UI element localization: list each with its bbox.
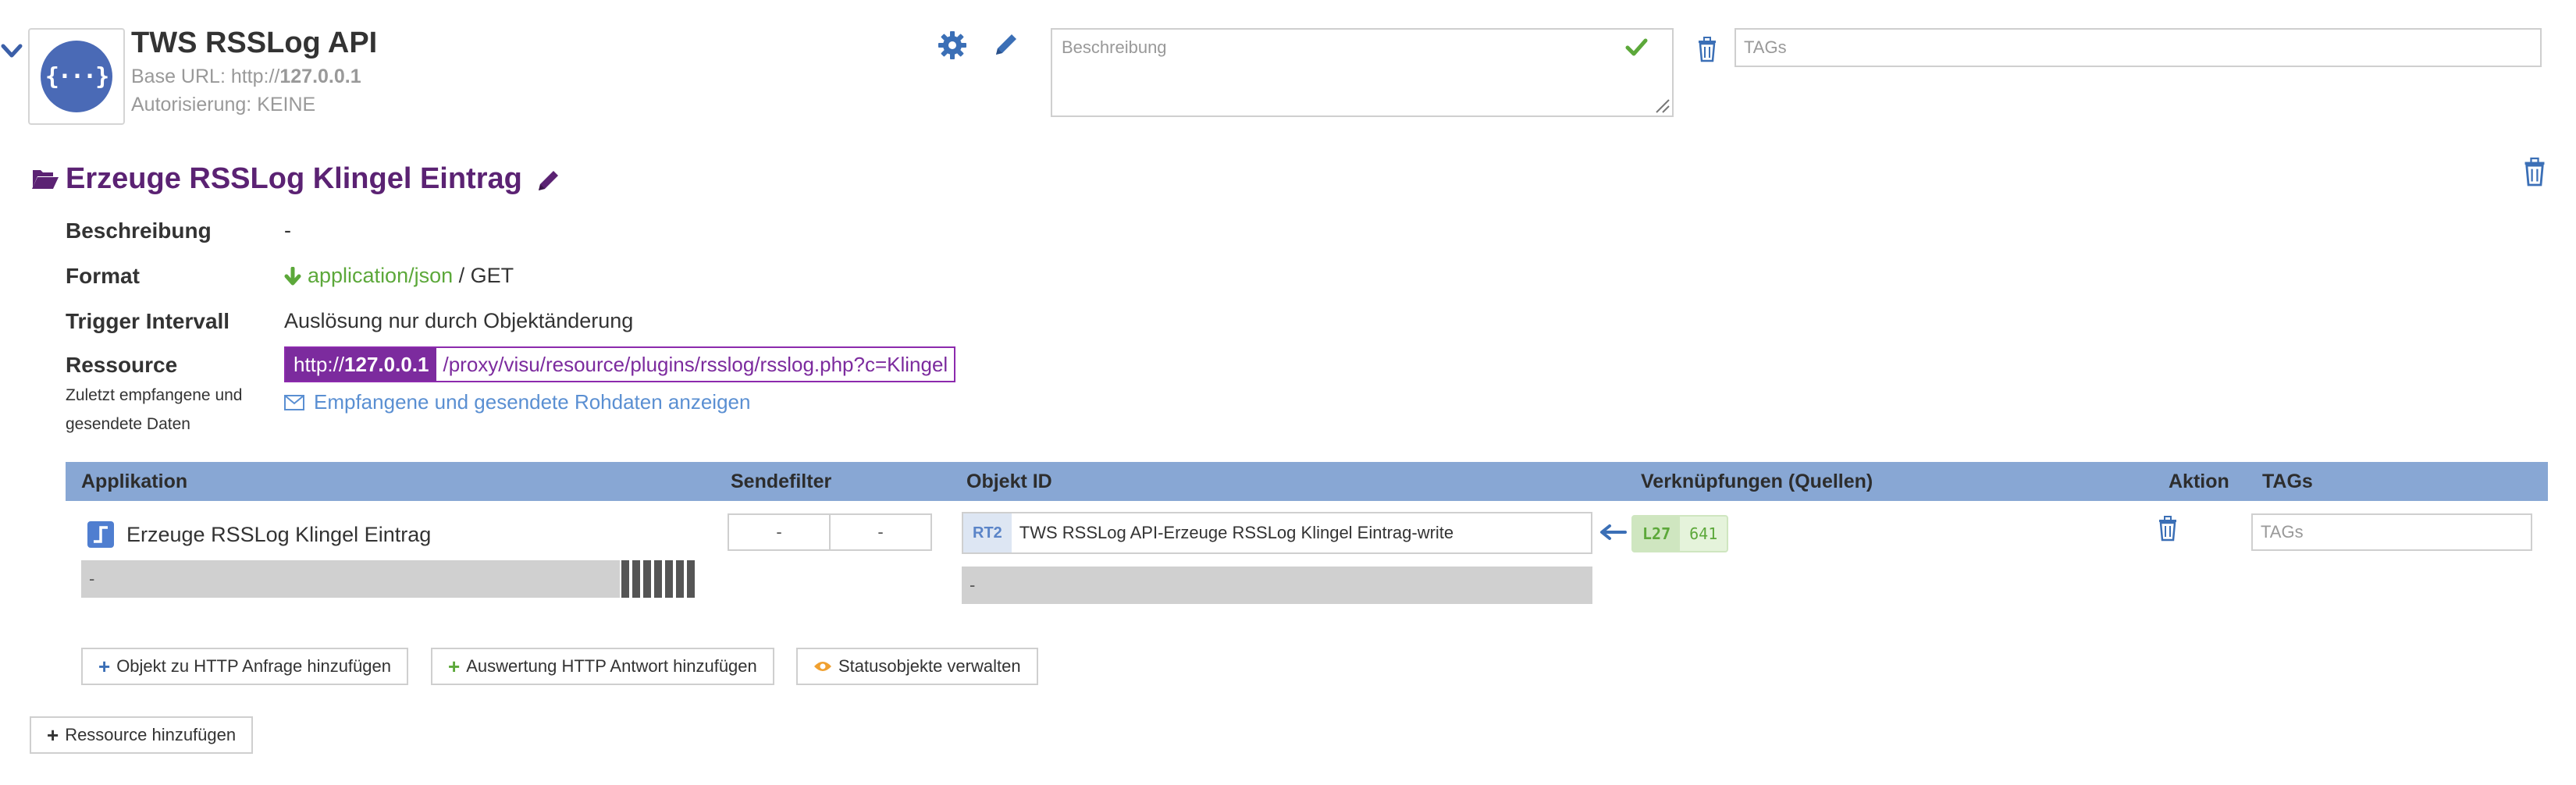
th-send-filter: Sendefilter	[731, 471, 832, 492]
row-tags-input[interactable]	[2251, 513, 2532, 551]
api-auth: Autorisierung: KEINE	[131, 94, 316, 115]
format-type: application/json	[308, 264, 454, 287]
link-id: 641	[1689, 524, 1718, 543]
th-object-id: Objekt ID	[966, 471, 1052, 492]
base-url-label: Base URL: http://	[131, 66, 280, 87]
plus-icon: +	[47, 723, 59, 747]
table-header: Applikation Sendefilter Objekt ID Verknü…	[66, 462, 2548, 501]
delete-resource-trash-icon[interactable]	[2521, 156, 2548, 187]
app-value-stripes	[621, 560, 696, 598]
api-tags-input[interactable]	[1735, 28, 2542, 67]
th-links: Verknüpfungen (Quellen)	[1641, 471, 1873, 492]
resource-label: Ressource	[66, 353, 178, 377]
send-filter-min[interactable]: -	[729, 515, 829, 549]
th-tags: TAGs	[2262, 471, 2313, 492]
link-label: L27	[1633, 517, 1681, 551]
link-source-badge[interactable]: L27 641	[1631, 515, 1729, 552]
app-name: Erzeuge RSSLog Klingel Eintrag	[126, 523, 432, 546]
folder-open-icon	[31, 167, 59, 190]
last-data-label-line1: Zuletzt empfangene und	[66, 386, 243, 404]
th-action: Aktion	[2169, 471, 2229, 492]
status-objects-button[interactable]: Statusobjekte verwalten	[796, 648, 1038, 685]
add-evaluation-button[interactable]: + Auswertung HTTP Antwort hinzufügen	[431, 648, 774, 685]
add-resource-button[interactable]: + Ressource hinzufügen	[30, 716, 254, 754]
settings-gear-icon[interactable]	[937, 30, 971, 64]
app-value-bar: -	[81, 560, 620, 598]
row-delete-trash-icon[interactable]	[2156, 515, 2179, 542]
resource-url-path: /proxy/visu/resource/plugins/rsslog/rssl…	[443, 352, 948, 376]
confirm-check-icon[interactable]	[1624, 34, 1650, 61]
format-method: / GET	[453, 264, 514, 287]
format-value: application/json / GET	[284, 264, 514, 288]
add-object-label: Objekt zu HTTP Anfrage hinzufügen	[116, 656, 391, 676]
add-object-button[interactable]: + Objekt zu HTTP Anfrage hinzufügen	[81, 648, 408, 685]
last-data-label-line2: gesendete Daten	[66, 415, 190, 433]
resource-title: Erzeuge RSSLog Klingel Eintrag	[66, 162, 522, 195]
plus-icon: +	[448, 655, 461, 678]
status-objects-label: Statusobjekte verwalten	[838, 656, 1021, 676]
object-name: TWS RSSLog API-Erzeuge RSSLog Klingel Ei…	[1019, 523, 1454, 542]
trigger-value: Auslösung nur durch Objektänderung	[284, 309, 634, 332]
trigger-label: Trigger Intervall	[66, 309, 230, 333]
delete-api-trash-icon[interactable]	[1695, 36, 1719, 62]
object-id-field[interactable]: RT2 TWS RSSLog API-Erzeuge RSSLog Klinge…	[962, 512, 1592, 554]
add-evaluation-label: Auswertung HTTP Antwort hinzufügen	[466, 656, 757, 676]
last-data-label: Zuletzt empfangene und gesendete Daten	[66, 381, 243, 439]
collapse-chevron-icon[interactable]	[0, 39, 28, 62]
api-description-field[interactable]	[1051, 28, 1674, 117]
format-label: Format	[66, 264, 140, 288]
description-label: Beschreibung	[66, 218, 212, 243]
url-prefix: http://	[294, 352, 345, 376]
edit-resource-pencil-icon[interactable]	[535, 167, 562, 194]
base-url-host: 127.0.0.1	[279, 66, 361, 87]
arrow-left-icon	[1599, 523, 1627, 542]
resource-url[interactable]: http://127.0.0.1 /proxy/visu/resource/pl…	[284, 346, 956, 382]
eye-icon	[813, 660, 832, 673]
add-resource-label: Ressource hinzufügen	[65, 725, 237, 744]
resize-grip-icon[interactable]	[1652, 95, 1670, 114]
edit-pencil-icon[interactable]	[991, 30, 1026, 64]
raw-data-link[interactable]: Empfangene und gesendete Rohdaten anzeig…	[284, 390, 750, 414]
api-base-url: Base URL: http://127.0.0.1	[131, 66, 361, 88]
object-type-badge: RT2	[963, 513, 1012, 552]
resource-url-host: http://127.0.0.1	[286, 348, 437, 381]
api-logo: {···}	[28, 28, 125, 125]
send-filter-field[interactable]: - -	[728, 513, 932, 551]
api-title: TWS RSSLog API	[131, 27, 378, 59]
url-host: 127.0.0.1	[344, 352, 429, 376]
send-filter-max[interactable]: -	[829, 515, 930, 549]
api-logo-icon: {···}	[41, 41, 112, 112]
arrow-down-icon	[284, 266, 301, 286]
plus-icon: +	[98, 655, 111, 678]
envelope-icon	[284, 394, 304, 410]
app-logic-icon	[87, 521, 114, 548]
description-value: -	[284, 218, 291, 242]
th-application: Applikation	[81, 471, 188, 492]
object-value-bar: -	[962, 567, 1592, 604]
raw-data-link-label: Empfangene und gesendete Rohdaten anzeig…	[314, 390, 751, 414]
